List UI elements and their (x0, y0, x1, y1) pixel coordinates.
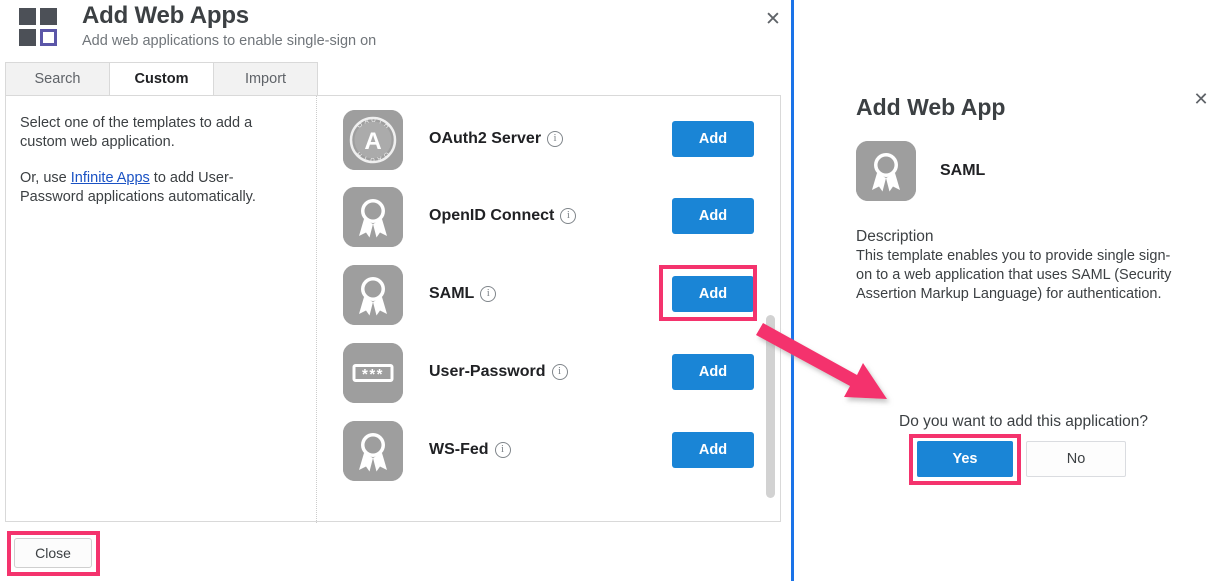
template-name: User-Password i (429, 363, 568, 381)
table-row[interactable]: SAML i Add (317, 257, 781, 334)
add-button[interactable]: Add (672, 276, 754, 312)
oauth-badge-icon: A OAUTH OAUTH (343, 110, 403, 170)
tab-import[interactable]: Import (213, 62, 318, 96)
page-title: Add Web Apps (82, 2, 249, 29)
page-subtitle: Add web applications to enable single-si… (82, 33, 377, 49)
tab-search[interactable]: Search (5, 62, 110, 96)
description-heading: Description (856, 228, 934, 245)
infinite-apps-link[interactable]: Infinite Apps (71, 170, 150, 186)
dialog-header: Add Web Apps Add web applications to ena… (0, 0, 791, 60)
close-icon[interactable]: ✕ (1190, 88, 1212, 110)
award-ribbon-icon (343, 265, 403, 325)
template-name-text: WS-Fed (429, 441, 489, 458)
award-ribbon-icon (856, 141, 916, 201)
intro-text: Select one of the templates to add a cus… (20, 114, 296, 224)
add-button[interactable]: Add (672, 198, 754, 234)
four-squares-logo-icon (19, 8, 61, 50)
close-icon[interactable]: ✕ (761, 8, 785, 32)
tab-bar: Search Custom Import (5, 62, 318, 96)
table-row[interactable]: *** User-Password i Add (317, 335, 781, 412)
template-name: SAML i (429, 285, 497, 303)
info-icon[interactable]: i (551, 364, 568, 380)
template-name: OAuth2 Server i (429, 130, 564, 148)
info-icon[interactable]: i (494, 442, 511, 458)
svg-text:A: A (364, 128, 381, 155)
template-name: OpenID Connect i (429, 207, 577, 225)
info-icon[interactable]: i (547, 131, 564, 147)
template-name-text: OAuth2 Server (429, 130, 542, 147)
panel-title: Add Web App (856, 94, 1006, 120)
list-scrollbar-thumb[interactable] (766, 315, 775, 498)
info-icon[interactable]: i (480, 286, 497, 302)
confirm-question: Do you want to add this application? (899, 413, 1149, 430)
password-field-icon: *** (343, 343, 403, 403)
add-button[interactable]: Add (672, 121, 754, 157)
add-web-apps-dialog: Add Web Apps Add web applications to ena… (0, 0, 791, 581)
table-row[interactable]: A OAUTH OAUTH OAuth2 Server i Add (317, 102, 781, 179)
template-list[interactable]: A OAUTH OAUTH OAuth2 Server i Add OpenID… (317, 96, 781, 523)
award-ribbon-icon (343, 187, 403, 247)
add-web-app-panel: Add Web App ✕ SAML Description This temp… (794, 0, 1216, 581)
intro-line-1: Select one of the templates to add a cus… (20, 115, 253, 150)
add-button[interactable]: Add (672, 354, 754, 390)
template-name: WS-Fed i (429, 441, 511, 459)
svg-text:***: *** (362, 366, 384, 383)
dialog-body: Select one of the templates to add a cus… (5, 95, 781, 523)
close-button[interactable]: Close (14, 538, 92, 568)
add-button[interactable]: Add (672, 432, 754, 468)
app-name: SAML (940, 162, 986, 179)
table-row[interactable]: WS-Fed i Add (317, 413, 781, 490)
template-name-text: SAML (429, 285, 475, 302)
description-text: This template enables you to provide sin… (856, 248, 1172, 302)
award-ribbon-icon (343, 421, 403, 481)
no-button[interactable]: No (1026, 441, 1126, 477)
intro-line-2-prefix: Or, use (20, 170, 71, 186)
tab-custom[interactable]: Custom (109, 62, 214, 96)
yes-button[interactable]: Yes (917, 441, 1013, 477)
intro-line-2: Or, use Infinite Apps to add User-Passwo… (20, 169, 296, 207)
info-icon[interactable]: i (560, 208, 577, 224)
table-row[interactable]: OpenID Connect i Add (317, 179, 781, 256)
template-name-text: User-Password (429, 363, 546, 380)
template-name-text: OpenID Connect (429, 207, 555, 224)
